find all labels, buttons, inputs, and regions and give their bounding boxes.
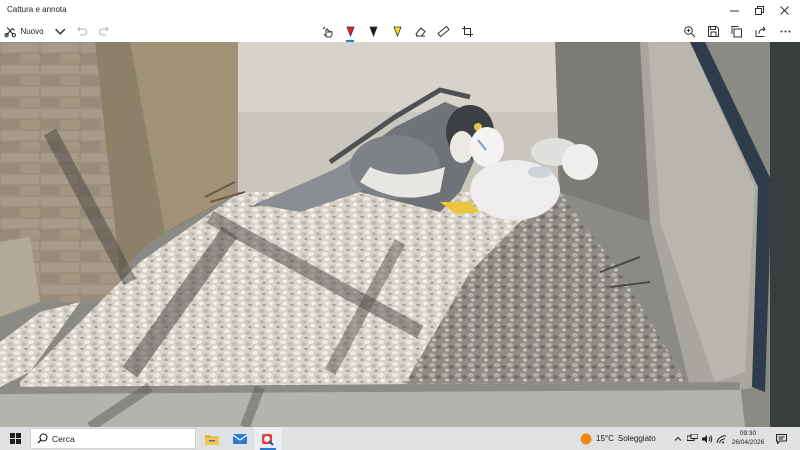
weather-widget[interactable]: 15°C Soleggiato: [580, 427, 656, 450]
wifi-tray-button[interactable]: [714, 427, 728, 450]
undo-button[interactable]: [72, 21, 90, 41]
system-clock[interactable]: 09:30 26/04/2026: [727, 429, 769, 447]
title-bar: Cattura e annota: [0, 0, 800, 20]
show-hidden-icons-button[interactable]: [672, 427, 684, 450]
clock-date: 26/04/2026: [731, 439, 765, 446]
chevron-down-icon: [54, 28, 65, 35]
more-icon: [780, 30, 790, 32]
ruler-icon: [436, 25, 450, 37]
new-snip-button[interactable]: Nuovo: [4, 21, 66, 41]
undo-icon: [76, 26, 87, 36]
network-tray-button[interactable]: [685, 427, 699, 450]
share-button[interactable]: [751, 21, 769, 41]
ruler-button[interactable]: [434, 21, 452, 41]
highlighter-button[interactable]: [388, 21, 406, 41]
screenshot-canvas[interactable]: [0, 42, 800, 427]
ballpoint-pen-icon: [345, 26, 355, 37]
weather-temp: 15°C: [596, 434, 614, 443]
file-explorer-taskbar-button[interactable]: [198, 427, 226, 450]
save-icon: [707, 25, 719, 37]
redo-button[interactable]: [95, 21, 113, 41]
close-button[interactable]: [772, 0, 797, 20]
mail-taskbar-button[interactable]: [226, 427, 254, 450]
crop-icon: [461, 25, 473, 37]
captured-photo: [0, 42, 800, 427]
search-icon: [37, 433, 48, 444]
zoom-icon: [683, 25, 695, 37]
eraser-icon: [414, 26, 426, 36]
close-icon: [780, 5, 789, 15]
wifi-icon: [716, 434, 726, 443]
eraser-button[interactable]: [411, 21, 429, 41]
touch-writing-button[interactable]: [318, 21, 336, 41]
crop-button[interactable]: [458, 21, 476, 41]
copy-icon: [731, 25, 742, 37]
redo-icon: [98, 26, 109, 36]
zoom-button[interactable]: [680, 21, 698, 41]
folder-icon: [205, 434, 219, 445]
volume-icon: [701, 434, 712, 443]
pencil-icon: [368, 26, 378, 37]
new-snip-label: Nuovo: [20, 26, 44, 36]
highlighter-icon: [392, 26, 402, 37]
touch-writing-icon: [322, 26, 332, 37]
snip-icon: [4, 26, 17, 37]
pencil-button[interactable]: [364, 21, 382, 41]
taskbar: Cerca 15°C Soleggiato 09:30 26/04/2026: [0, 427, 800, 450]
toolbar: Nuovo: [0, 20, 800, 43]
search-box[interactable]: Cerca: [30, 428, 196, 449]
search-label: Cerca: [52, 433, 75, 444]
copy-button[interactable]: [727, 21, 745, 41]
right-back-wall: [555, 42, 650, 222]
volume-tray-button[interactable]: [700, 427, 714, 450]
restore-icon: [755, 5, 764, 15]
share-icon: [755, 26, 766, 37]
clock-time: 09:30: [739, 430, 757, 437]
sun-icon: [580, 433, 592, 444]
weather-condition: Soleggiato: [617, 434, 656, 443]
network-icon: [686, 434, 698, 441]
more-options-button[interactable]: [776, 21, 794, 41]
ballpoint-pen-button[interactable]: [341, 21, 359, 42]
snip-sketch-taskbar-button[interactable]: [254, 427, 282, 450]
minimize-button[interactable]: [722, 0, 747, 20]
maximize-button[interactable]: [747, 0, 772, 20]
start-button[interactable]: [0, 427, 30, 450]
notification-icon: [775, 433, 787, 444]
windows-icon: [9, 433, 21, 444]
chevron-up-icon: [674, 436, 682, 441]
snip-sketch-icon: [262, 433, 274, 446]
notifications-button[interactable]: [772, 427, 790, 450]
minimize-icon: [730, 10, 739, 11]
mail-icon: [233, 433, 247, 444]
window-title: Cattura e annota: [7, 5, 67, 14]
save-button[interactable]: [704, 21, 722, 41]
